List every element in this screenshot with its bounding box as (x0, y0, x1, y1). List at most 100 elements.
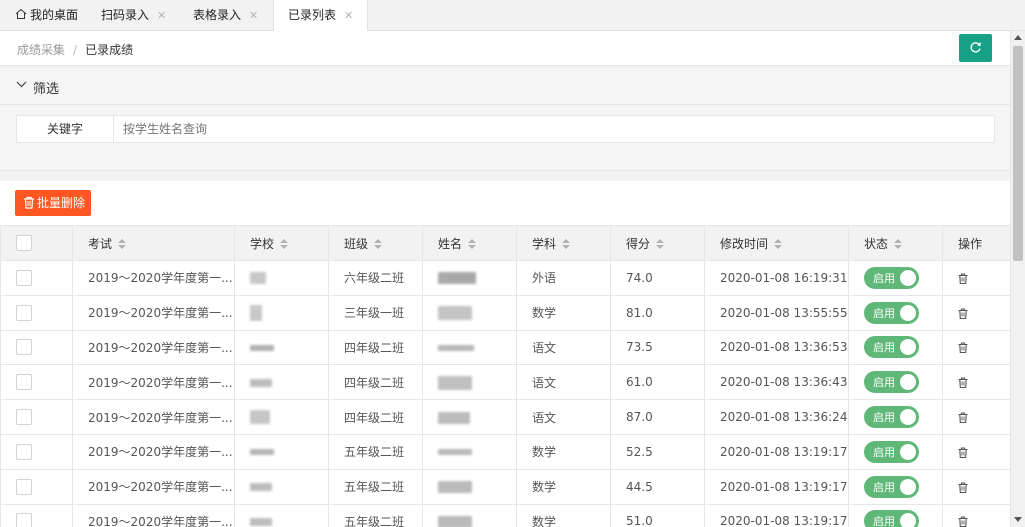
breadcrumb-separator: / (73, 43, 78, 57)
status-toggle[interactable]: 启用 (864, 371, 919, 394)
column-header-status[interactable]: 状态 (848, 225, 943, 261)
trash-icon[interactable] (958, 447, 968, 458)
redacted-school (250, 517, 272, 526)
trash-icon[interactable] (958, 273, 968, 284)
row-checkbox[interactable] (16, 304, 32, 321)
status-cell: 启用 (848, 503, 943, 527)
tab-label: 表格录入 (193, 8, 242, 22)
row-checkbox[interactable] (16, 443, 32, 460)
table-row: 2019～2020学年度第一... 四年级二班 语文 73.5 2020-01-… (0, 329, 1011, 366)
sort-icon[interactable] (894, 239, 903, 249)
modified-time-cell: 2020-01-08 13:36:53 (704, 329, 849, 366)
trash-icon[interactable] (958, 342, 968, 354)
row-checkbox[interactable] (16, 478, 32, 495)
trash-icon[interactable] (958, 377, 968, 389)
status-toggle-label: 启用 (873, 480, 895, 494)
status-toggle[interactable]: 启用 (864, 301, 919, 324)
status-toggle-label: 启用 (873, 515, 895, 527)
status-toggle[interactable]: 启用 (864, 510, 919, 527)
sort-icon[interactable] (118, 239, 127, 249)
row-checkbox[interactable] (16, 374, 32, 391)
toggle-knob (900, 374, 916, 391)
student-name-cell (422, 329, 517, 366)
sort-icon[interactable] (280, 239, 289, 249)
refresh-button[interactable] (959, 34, 992, 62)
column-header-modified[interactable]: 修改时间 (704, 225, 849, 261)
breadcrumb-parent[interactable]: 成绩采集 (17, 43, 65, 57)
trash-icon[interactable] (958, 308, 968, 319)
select-all-checkbox[interactable] (16, 235, 32, 251)
modified-time-cell: 2020-01-08 13:36:43 (704, 364, 849, 401)
status-toggle[interactable]: 启用 (864, 266, 919, 289)
school-cell (234, 260, 329, 296)
row-select-cell (0, 503, 73, 527)
row-checkbox[interactable] (16, 269, 32, 286)
row-select-cell (0, 329, 73, 366)
tab-my-desktop[interactable]: 我的桌面 (15, 0, 78, 31)
scroll-up-arrow-icon[interactable] (1014, 35, 1022, 40)
status-toggle[interactable]: 启用 (864, 406, 919, 429)
status-toggle[interactable]: 启用 (864, 336, 919, 359)
filter-panel-header[interactable]: 筛选 (0, 67, 1010, 105)
tab-label: 扫码录入 (101, 8, 150, 22)
bulk-delete-button[interactable]: 批量删除 (15, 190, 91, 216)
tab-recorded-list[interactable]: 已录列表 ✕ (273, 0, 369, 32)
keyword-search-input[interactable] (113, 115, 995, 143)
scrollbar-thumb[interactable] (1013, 46, 1023, 261)
column-header-school[interactable]: 学校 (234, 225, 329, 261)
tab-scan-entry[interactable]: 扫码录入 ✕ (101, 0, 166, 31)
scroll-down-arrow-icon[interactable] (1014, 517, 1022, 522)
row-select-cell (0, 294, 73, 331)
column-header-exam[interactable]: 考试 (72, 225, 235, 261)
close-icon[interactable]: ✕ (249, 9, 258, 22)
sort-icon[interactable] (374, 239, 383, 249)
exam-cell: 2019～2020学年度第一... (72, 503, 235, 527)
chevron-down-icon (16, 81, 27, 88)
column-header-score[interactable]: 得分 (610, 225, 705, 261)
sort-icon[interactable] (656, 239, 665, 249)
row-checkbox[interactable] (16, 339, 32, 356)
column-header-name[interactable]: 姓名 (422, 225, 517, 261)
table-row: 2019～2020学年度第一... 五年级二班 数学 51.0 2020-01-… (0, 503, 1011, 527)
vertical-scrollbar[interactable] (1010, 31, 1025, 527)
actions-cell (942, 364, 1011, 401)
modified-time-cell: 2020-01-08 13:19:17 (704, 433, 849, 470)
school-cell (234, 468, 329, 505)
sort-icon[interactable] (468, 239, 477, 249)
school-cell (234, 399, 329, 435)
school-cell (234, 294, 329, 331)
exam-cell: 2019～2020学年度第一... (72, 364, 235, 401)
filter-title: 筛选 (33, 82, 60, 97)
toggle-knob (900, 409, 916, 426)
row-checkbox[interactable] (16, 409, 32, 426)
exam-cell: 2019～2020学年度第一... (72, 468, 235, 505)
modified-time-cell: 2020-01-08 13:19:17 (704, 468, 849, 505)
column-header-subject[interactable]: 学科 (516, 225, 611, 261)
redacted-name (438, 481, 472, 494)
refresh-icon (970, 42, 981, 53)
close-icon[interactable]: ✕ (157, 9, 166, 22)
trash-icon[interactable] (958, 482, 968, 493)
subject-cell: 数学 (516, 294, 611, 331)
column-header-class[interactable]: 班级 (328, 225, 423, 261)
subject-cell: 语文 (516, 399, 611, 435)
records-table: 考试 学校 班级 姓名 学科 得分 修改时间 状态 操作 2019～2020学年… (0, 225, 1011, 527)
trash-icon[interactable] (958, 412, 968, 424)
score-cell: 74.0 (610, 260, 705, 296)
status-toggle[interactable]: 启用 (864, 440, 919, 463)
redacted-school (250, 410, 270, 425)
redacted-name (438, 411, 470, 424)
trash-icon[interactable] (958, 516, 968, 527)
row-checkbox[interactable] (16, 513, 32, 527)
tab-table-entry[interactable]: 表格录入 ✕ (193, 0, 258, 31)
status-toggle[interactable]: 启用 (864, 475, 919, 498)
sort-icon[interactable] (562, 239, 571, 249)
status-toggle-label: 启用 (873, 376, 895, 390)
class-cell: 五年级二班 (328, 468, 423, 505)
redacted-school (250, 304, 262, 321)
sort-icon[interactable] (774, 239, 783, 249)
close-icon[interactable]: ✕ (344, 9, 353, 22)
score-cell: 51.0 (610, 503, 705, 527)
actions-cell (942, 260, 1011, 296)
status-cell: 启用 (848, 468, 943, 505)
